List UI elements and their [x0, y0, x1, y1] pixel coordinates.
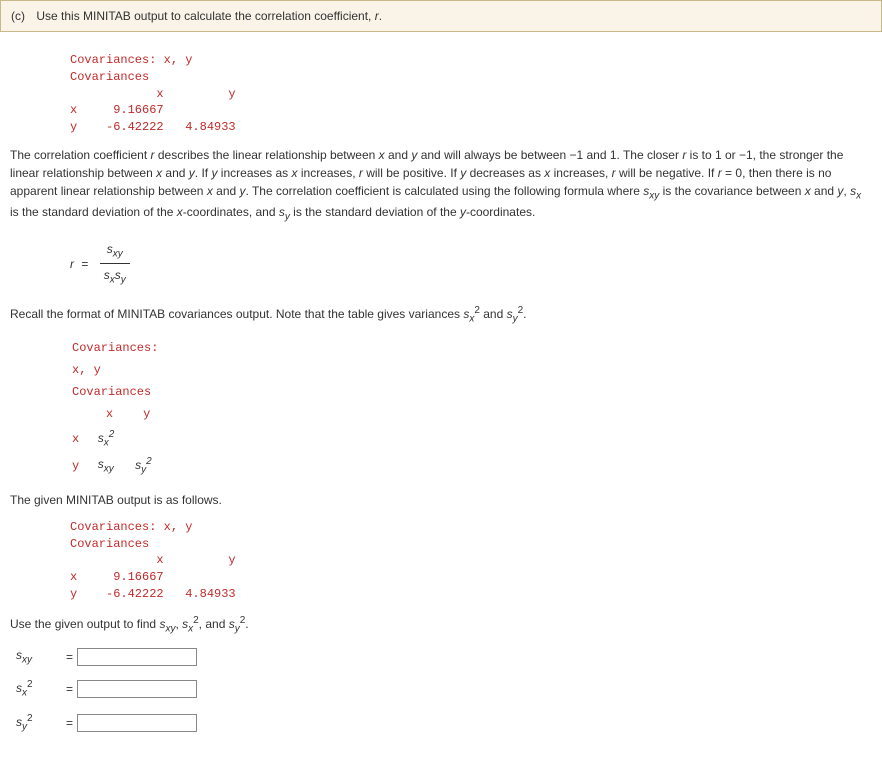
input-row-sy2: sy2 =	[16, 711, 872, 734]
sx2-input[interactable]	[77, 680, 197, 698]
input-row-sx2: sx2 =	[16, 677, 872, 700]
part-question-tail: .	[379, 9, 382, 23]
sy2-input[interactable]	[77, 714, 197, 732]
part-header: (c) Use this MINITAB output to calculate…	[0, 0, 882, 32]
content-area: Covariances: x, y Covariances x y x 9.16…	[0, 32, 882, 760]
find-values-prompt: Use the given output to find sxy, sx2, a…	[10, 613, 872, 636]
part-label: (c)	[11, 9, 25, 23]
sxy-input[interactable]	[77, 648, 197, 666]
minitab-format-table: Covariances: x, y Covariances xy xsx2 ys…	[70, 336, 172, 481]
input-row-sxy: sxy =	[16, 646, 872, 667]
minitab-output-2: Covariances: x, y Covariances x y x 9.16…	[70, 519, 872, 603]
explanation-paragraph: The correlation coefficient r describes …	[10, 146, 872, 225]
recall-paragraph: Recall the format of MINITAB covariances…	[10, 303, 872, 326]
correlation-formula: r = sxy sxsy	[70, 240, 872, 288]
minitab-output-1: Covariances: x, y Covariances x y x 9.16…	[70, 52, 872, 136]
given-output-intro: The given MINITAB output is as follows.	[10, 491, 872, 509]
part-question-text: Use this MINITAB output to calculate the…	[36, 9, 374, 23]
